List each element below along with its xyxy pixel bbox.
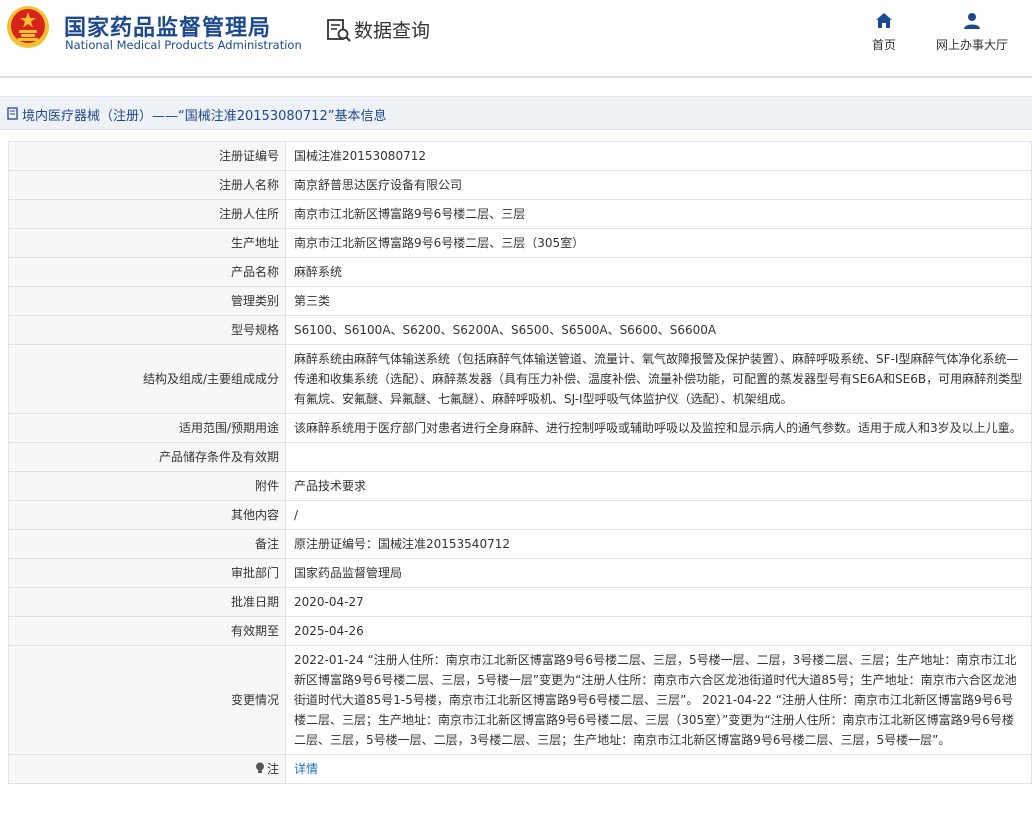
table-row: 变更情况 2022-01-24 “注册人住所：南京市江北新区博富路9号6号楼二层、… xyxy=(8,645,1032,755)
table-row: 注册人名称 南京舒普思达医疗设备有限公司 xyxy=(8,170,1032,200)
table-row: 管理类别 第三类 xyxy=(8,286,1032,316)
table-row: 适用范围/预期用途 该麻醉系统用于医疗部门对患者进行全身麻醉、进行控制呼吸或辅助呼… xyxy=(8,413,1032,443)
field-label: 生产地址 xyxy=(8,228,286,258)
nav-home[interactable]: 首页 xyxy=(869,12,899,53)
field-label: 管理类别 xyxy=(8,286,286,316)
field-label: 注 xyxy=(8,754,286,784)
table-row: 生产地址 南京市江北新区博富路9号6号楼二层、三层（305室） xyxy=(8,228,1032,258)
lightbulb-icon xyxy=(255,762,264,773)
field-value: S6100、S6100A、S6200、S6200A、S6500、S6500A、S… xyxy=(285,315,1032,345)
field-label: 变更情况 xyxy=(8,645,286,755)
field-label: 注册人名称 xyxy=(8,170,286,200)
field-value: 麻醉系统 xyxy=(285,257,1032,287)
field-value: 麻醉系统由麻醉气体输送系统（包括麻醉气体输送管道、流量计、氧气故障报警及保护装置… xyxy=(285,344,1032,414)
field-value: 产品技术要求 xyxy=(285,471,1032,501)
table-row: 有效期至 2025-04-26 xyxy=(8,616,1032,646)
field-label: 型号规格 xyxy=(8,315,286,345)
field-label: 有效期至 xyxy=(8,616,286,646)
table-row: 注册人住所 南京市江北新区博富路9号6号楼二层、三层 xyxy=(8,199,1032,229)
table-row: 审批部门 国家药品监督管理局 xyxy=(8,558,1032,588)
field-label: 产品名称 xyxy=(8,257,286,287)
table-row: 备注 原注册证编号：国械注准20153540712 xyxy=(8,529,1032,559)
table-row: 批准日期 2020-04-27 xyxy=(8,587,1032,617)
note-label: 注 xyxy=(266,762,279,776)
field-value: 2025-04-26 xyxy=(285,616,1032,646)
field-value: 国家药品监督管理局 xyxy=(285,558,1032,588)
field-label: 适用范围/预期用途 xyxy=(8,413,286,443)
field-label: 注册人住所 xyxy=(8,199,286,229)
device-info-table: 注册证编号 国械注准20153080712 注册人名称 南京舒普思达医疗设备有限公司注… xyxy=(8,141,1032,784)
site-header: 国家药品监督管理局 National Medical Products Admi… xyxy=(0,0,1032,78)
breadcrumb: 境内医疗器械（注册）——“国械注准20153080712”基本信息 xyxy=(0,96,1032,130)
section-title: 数据查询 xyxy=(354,20,431,42)
field-label: 备注 xyxy=(8,529,286,559)
field-value xyxy=(285,442,1032,472)
field-label: 审批部门 xyxy=(8,558,286,588)
document-icon xyxy=(7,107,18,120)
brand-title-en: National Medical Products Administration xyxy=(65,38,302,52)
nav-home-label: 首页 xyxy=(871,38,896,52)
field-value: 第三类 xyxy=(285,286,1032,316)
table-row: 注册证编号 国械注准20153080712 xyxy=(8,141,1032,171)
table-row: 型号规格 S6100、S6100A、S6200、S6200A、S6500、S650… xyxy=(8,315,1032,345)
home-icon xyxy=(876,13,892,28)
table-row: 附件 产品技术要求 xyxy=(8,471,1032,501)
details-link[interactable]: 详情 xyxy=(294,762,318,776)
data-query-icon xyxy=(327,19,351,42)
nav-online-office[interactable]: 网上办事大厅 xyxy=(932,12,1012,53)
field-value: 国械注准20153080712 xyxy=(285,141,1032,171)
field-label: 附件 xyxy=(8,471,286,501)
field-label: 结构及组成/主要组成成分 xyxy=(8,344,286,414)
table-row: 其他内容 / xyxy=(8,500,1032,530)
field-value: 南京市江北新区博富路9号6号楼二层、三层（305室） xyxy=(285,228,1032,258)
field-label: 其他内容 xyxy=(8,500,286,530)
field-value: 原注册证编号：国械注准20153540712 xyxy=(285,529,1032,559)
field-value: 该麻醉系统用于医疗部门对患者进行全身麻醉、进行控制呼吸或辅助呼吸以及监控和显示病… xyxy=(285,413,1032,443)
table-row: 产品储存条件及有效期 xyxy=(8,442,1032,472)
national-emblem-icon xyxy=(7,6,49,48)
field-value: 详情 xyxy=(285,754,1032,784)
field-value: 南京舒普思达医疗设备有限公司 xyxy=(285,170,1032,200)
user-icon xyxy=(964,13,980,29)
field-label: 注册证编号 xyxy=(8,141,286,171)
field-value: 南京市江北新区博富路9号6号楼二层、三层 xyxy=(285,199,1032,229)
table-row: 产品名称 麻醉系统 xyxy=(8,257,1032,287)
table-row: 结构及组成/主要组成成分 麻醉系统由麻醉气体输送系统（包括麻醉气体输送管道、流量计… xyxy=(8,344,1032,414)
breadcrumb-text: 境内医疗器械（注册）——“国械注准20153080712”基本信息 xyxy=(22,109,387,124)
field-label: 批准日期 xyxy=(8,587,286,617)
field-label: 产品储存条件及有效期 xyxy=(8,442,286,472)
field-value: 2022-01-24 “注册人住所：南京市江北新区博富路9号6号楼二层、三层，5… xyxy=(285,645,1032,755)
nav-office-label: 网上办事大厅 xyxy=(935,38,1008,52)
table-row-note: 注 详情 xyxy=(8,754,1032,784)
field-value: / xyxy=(285,500,1032,530)
field-value: 2020-04-27 xyxy=(285,587,1032,617)
